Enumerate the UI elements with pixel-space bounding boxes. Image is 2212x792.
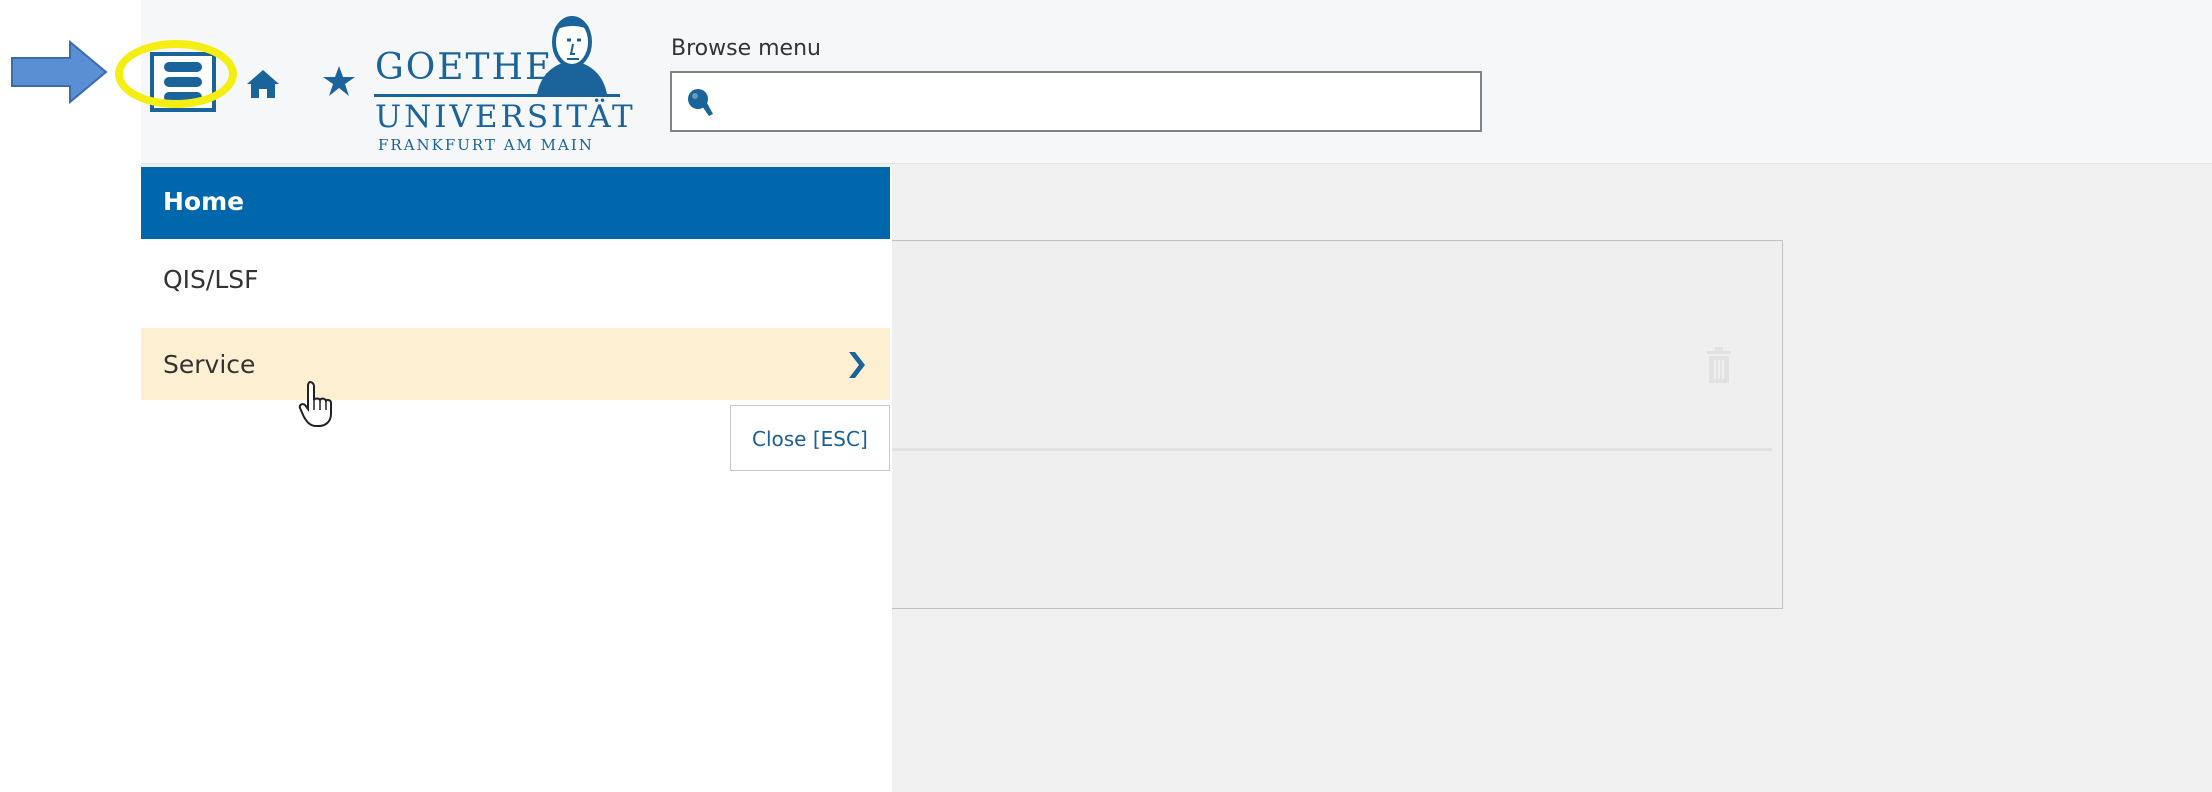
menu-item-qis-lsf[interactable]: QIS/LSF xyxy=(141,243,890,315)
search-icon xyxy=(688,89,713,116)
menu-item-qis-lsf-label: QIS/LSF xyxy=(163,265,259,294)
menu-item-service-label: Service xyxy=(163,350,256,379)
search-label: Browse menu xyxy=(671,36,821,61)
menu-item-home[interactable]: Home xyxy=(141,167,890,239)
navigation-menu: Home QIS/LSF Service xyxy=(141,167,892,792)
logo-text-city: FRANKFURT AM MAIN xyxy=(378,136,594,154)
menu-item-home-label: Home xyxy=(163,187,245,216)
content-panel xyxy=(880,240,1783,609)
chevron-right-icon[interactable] xyxy=(847,350,867,380)
annotation-arrow xyxy=(11,40,108,104)
menu-toggle-icon[interactable] xyxy=(150,52,216,112)
menu-item-service[interactable]: Service xyxy=(141,328,890,400)
home-icon[interactable] xyxy=(246,68,280,100)
logo-text-goethe: GOETHE xyxy=(375,47,554,88)
trash-icon[interactable] xyxy=(1703,345,1735,385)
search-box[interactable] xyxy=(670,71,1482,132)
star-icon[interactable] xyxy=(322,64,356,98)
logo-text-universitaet: UNIVERSITÄT xyxy=(375,99,636,135)
panel-divider xyxy=(891,448,1772,451)
logo-divider xyxy=(374,94,620,97)
close-menu-button[interactable]: Close [ESC] xyxy=(730,405,890,471)
search-input[interactable] xyxy=(724,73,1472,132)
page-margin xyxy=(0,0,141,792)
close-menu-label: Close [ESC] xyxy=(752,427,868,451)
university-logo[interactable]: GOETHE UNIVERSITÄT FRANKFURT AM MAIN xyxy=(372,10,633,158)
